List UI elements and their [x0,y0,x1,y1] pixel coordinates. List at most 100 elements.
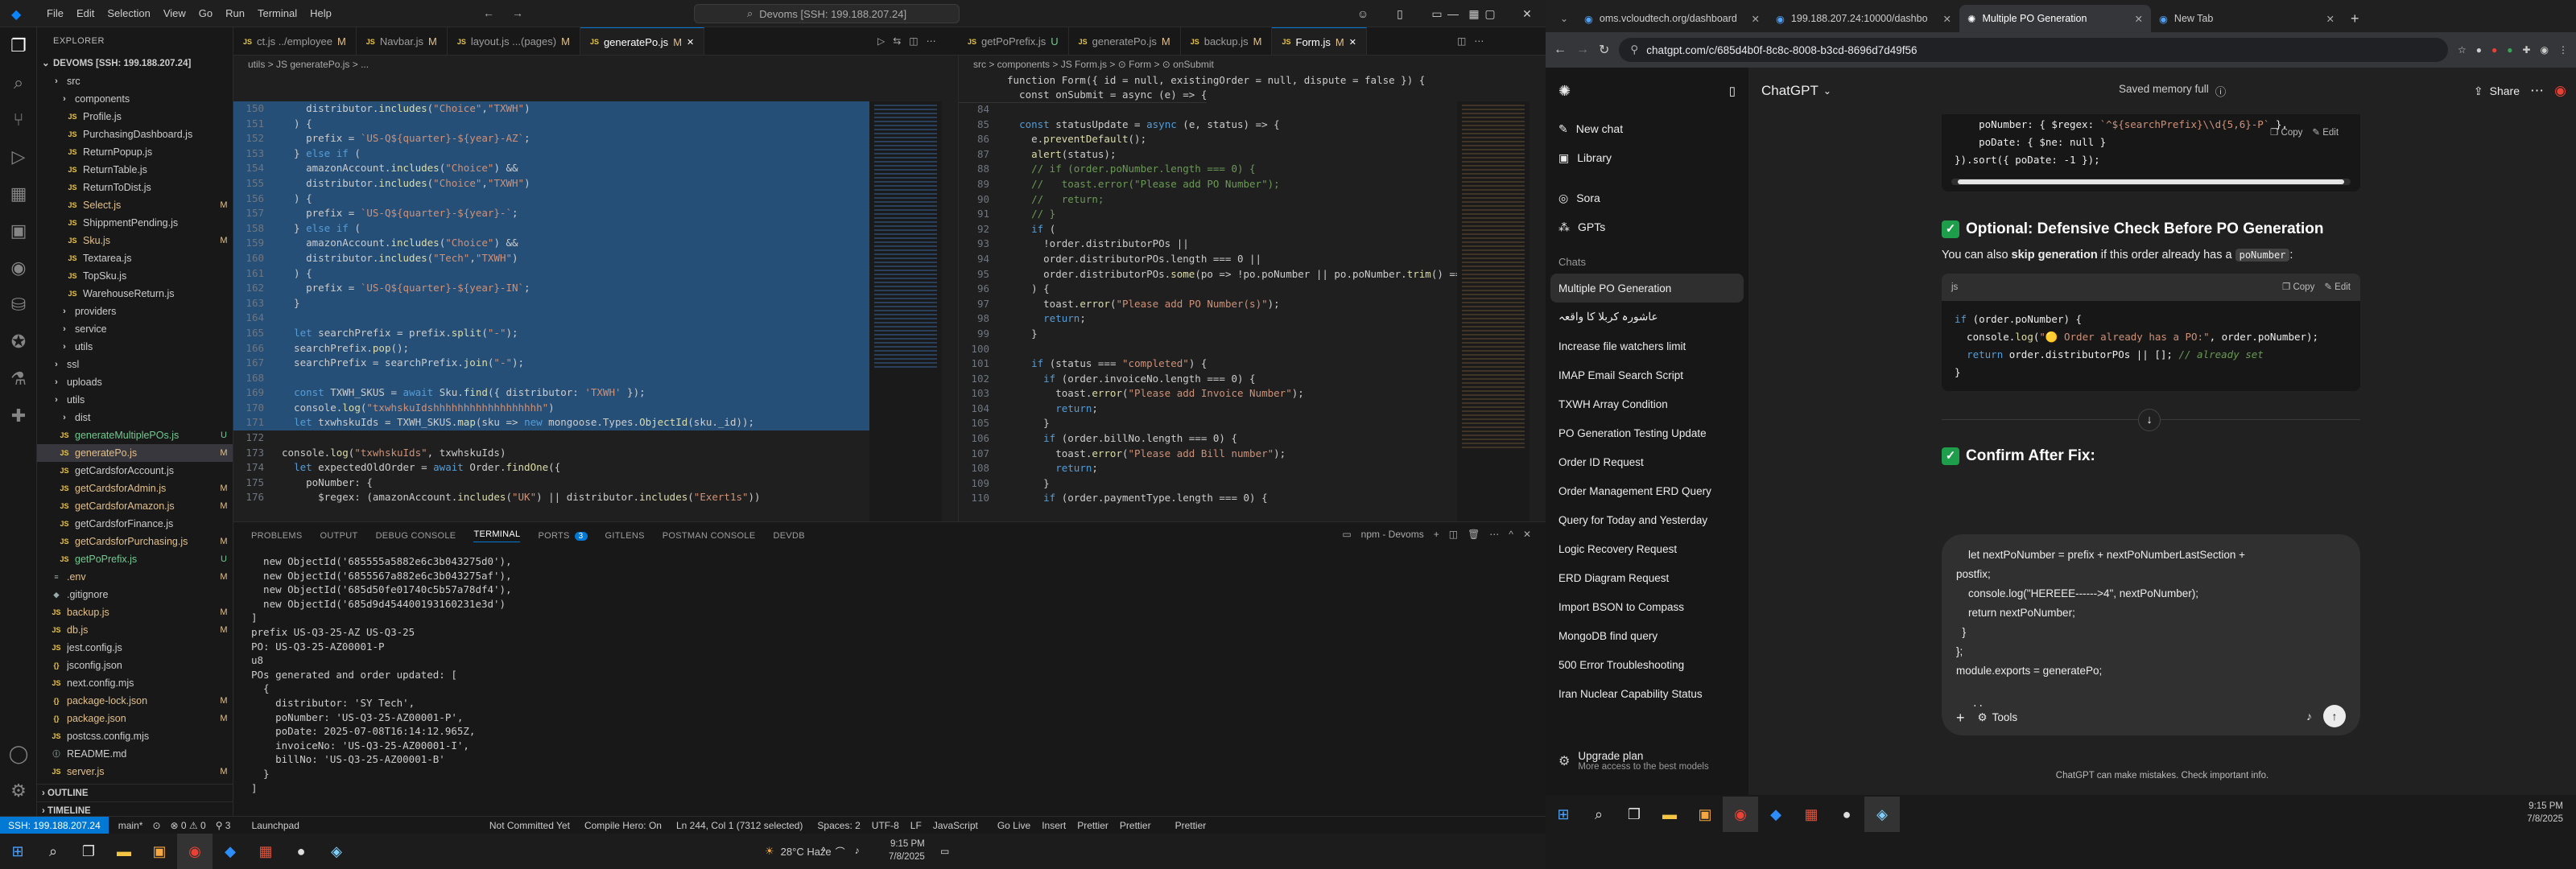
compile-hero-indicator[interactable]: Compile Hero: On [584,820,662,831]
folder-item[interactable]: › dist [37,409,233,426]
menu-item[interactable]: Go [199,7,213,19]
editor-tab[interactable]: JS getPoPrefix.js U [958,27,1069,55]
prettier-indicator-3[interactable]: Prettier [1175,820,1207,831]
app2-icon[interactable]: ◈ [319,834,354,869]
file-item[interactable]: JS Profile.js [37,108,233,126]
tools-button[interactable]: ⚙ Tools [1978,708,2018,727]
problems-indicator[interactable]: ⊗ 0 ⚠ 0 [171,820,206,831]
menu-item[interactable]: Selection [107,7,150,19]
close-tab-icon[interactable]: ✕ [1349,37,1356,47]
file-item[interactable]: JS getCardsforFinance.js [37,515,233,533]
editor-tab[interactable]: JS layout.js ...(pages) M [448,27,580,55]
chat-history-item[interactable]: Query for Today and Yesterday [1546,505,1748,534]
browser-tab[interactable]: ◉ 199.188.207.24:10000/dashbo ✕ [1768,5,1959,32]
app-icon[interactable]: ▦ [1794,797,1829,832]
chat-history-item[interactable]: MongoDB find query [1546,621,1748,650]
volume-icon[interactable]: ♪ [855,845,860,859]
folder-item[interactable]: › utils [37,391,233,409]
folder-item[interactable]: › components [37,90,233,108]
minimap-right[interactable] [1457,101,1530,521]
share-button[interactable]: ⇪ Share [2474,84,2520,98]
browser-tab[interactable]: ◉ New Tab ✕ [2151,5,2343,32]
file-item[interactable]: {} package-lock.json M [37,692,233,710]
file-explorer-icon[interactable]: ▬ [106,834,142,869]
task-view-icon[interactable]: ❐ [1616,797,1652,832]
network-icon[interactable]: ⌒ [836,845,845,859]
file-item[interactable]: JS getPoPrefix.js U [37,550,233,568]
editor-tab[interactable]: JS ct.js ../employee M [233,27,357,55]
github-icon[interactable]: ● [283,834,319,869]
blame-indicator[interactable]: Not Committed Yet [489,820,570,831]
menu-item[interactable]: View [163,7,186,19]
ports-indicator[interactable]: ⚲ 3 [216,820,231,831]
file-item[interactable]: JS getCardsforAccount.js [37,462,233,480]
forward-icon[interactable]: → [512,6,523,19]
toggle-sidebar-icon[interactable]: ▯ [1381,0,1418,27]
chrome-icon[interactable]: ◉ [1723,797,1758,832]
chat-history-item[interactable]: IMAP Email Search Script [1546,360,1748,389]
memory-status[interactable]: Saved memory full ⓘ [2119,83,2226,99]
sync-indicator[interactable]: ⊙ [152,820,160,831]
search-icon[interactable]: ⌕ [35,834,71,869]
file-item[interactable]: ⓘ README.md [37,745,233,763]
folder-item[interactable]: › src [37,72,233,90]
chat-history-item[interactable]: Import BSON to Compass [1546,592,1748,621]
editor-pane-right[interactable]: src > components > JS Form.js > ⊙ Form >… [958,56,1546,521]
code-left[interactable]: 150 distributor.includes("Choice","TXWH"… [233,101,869,521]
edit-button[interactable]: ✎ Edit [2312,124,2339,142]
file-item[interactable]: JS getCardsforPurchasing.js M [37,533,233,550]
extension-icon[interactable]: ● [2507,44,2512,56]
file-item[interactable]: JS ShippmentPending.js [37,214,233,232]
extension-icon[interactable]: ● [2476,44,2482,56]
store-icon[interactable]: ▣ [142,834,177,869]
file-item[interactable]: JS ReturnTable.js [37,161,233,179]
reload-icon[interactable]: ↻ [1599,42,1609,58]
tray-chevron-icon[interactable]: ^ [821,845,826,859]
sora-button[interactable]: ◎ Sora [1546,183,1748,212]
cursor-position[interactable]: Ln 244, Col 1 (7312 selected) [676,820,803,831]
chat-history-item[interactable]: Iran Nuclear Capability Status [1546,679,1748,708]
file-item[interactable]: JS TopSku.js [37,267,233,285]
encoding[interactable]: UTF-8 [872,820,899,831]
copy-button[interactable]: ❐ Copy [2282,278,2314,296]
toggle-sidebar-icon[interactable]: ▯ [1729,84,1736,98]
folder-item[interactable]: › providers [37,303,233,320]
menu-item[interactable]: Terminal [258,7,297,19]
menu-item[interactable]: Edit [76,7,94,19]
tab-search-icon[interactable]: ⌄ [1552,5,1576,32]
right-clock[interactable]: 9:15 PM 7/8/2025 [2527,800,2563,826]
file-item[interactable]: ◆ .gitignore [37,586,233,603]
close-tab-icon[interactable]: ✕ [1943,13,1951,25]
extensions-puzzle-icon[interactable]: ✚ [2522,44,2530,56]
clock[interactable]: 9:15 PM 7/8/2025 [889,838,925,863]
notifications-icon[interactable]: ▭ [940,846,949,857]
compare-icon[interactable]: ⇆ [893,35,901,47]
microphone-icon[interactable]: ♪ [2306,706,2312,726]
folder-item[interactable]: › utils [37,338,233,356]
upgrade-plan-button[interactable]: ⚙ Upgrade plan More access to the best mo… [1546,750,1748,772]
file-item[interactable]: JS db.js M [37,621,233,639]
file-item[interactable]: JS next.config.mjs [37,674,233,692]
close-tab-icon[interactable]: ✕ [2326,13,2334,25]
folder-item[interactable]: › ssl [37,356,233,373]
editor-tab[interactable]: JS generatePo.js M [1069,27,1181,55]
address-bar[interactable]: ⚲ chatgpt.com/c/685d4b0f-8c8c-8008-b3cd-8… [1619,38,2448,62]
editor-pane-left[interactable]: utils > JS generatePo.js > ... 150 distr… [233,56,958,521]
outline-section[interactable]: › OUTLINE [37,784,233,801]
trash-icon[interactable]: 🗑 [1468,529,1480,540]
task-view-icon[interactable]: ❐ [71,834,106,869]
prettier-indicator[interactable]: Prettier [1077,820,1108,831]
user-avatar[interactable]: ◉ [2554,83,2566,99]
database-icon[interactable]: ⛁ [0,286,37,323]
terminal-output[interactable]: new ObjectId('685555a5882e6c3b043275d0')… [233,550,1546,800]
new-tab-icon[interactable]: + [2343,5,2368,32]
code-block-js-content[interactable]: if (order.poNumber) { console.log("🟡 Ord… [1942,301,2360,391]
library-button[interactable]: ▣ Library [1546,143,1748,172]
panel-tab-devdb[interactable]: DEVDB [773,531,804,541]
editor-tab[interactable]: JS Navbar.js M [357,27,448,55]
send-icon[interactable]: ↑ [2323,705,2346,727]
panel-tab-terminal[interactable]: TERMINAL [473,529,521,542]
file-item[interactable]: JS getCardsforAmazon.js M [37,497,233,515]
editor-tab[interactable]: JS Form.js M ✕ [1272,27,1367,55]
more-icon[interactable]: ⋯ [1489,529,1499,540]
